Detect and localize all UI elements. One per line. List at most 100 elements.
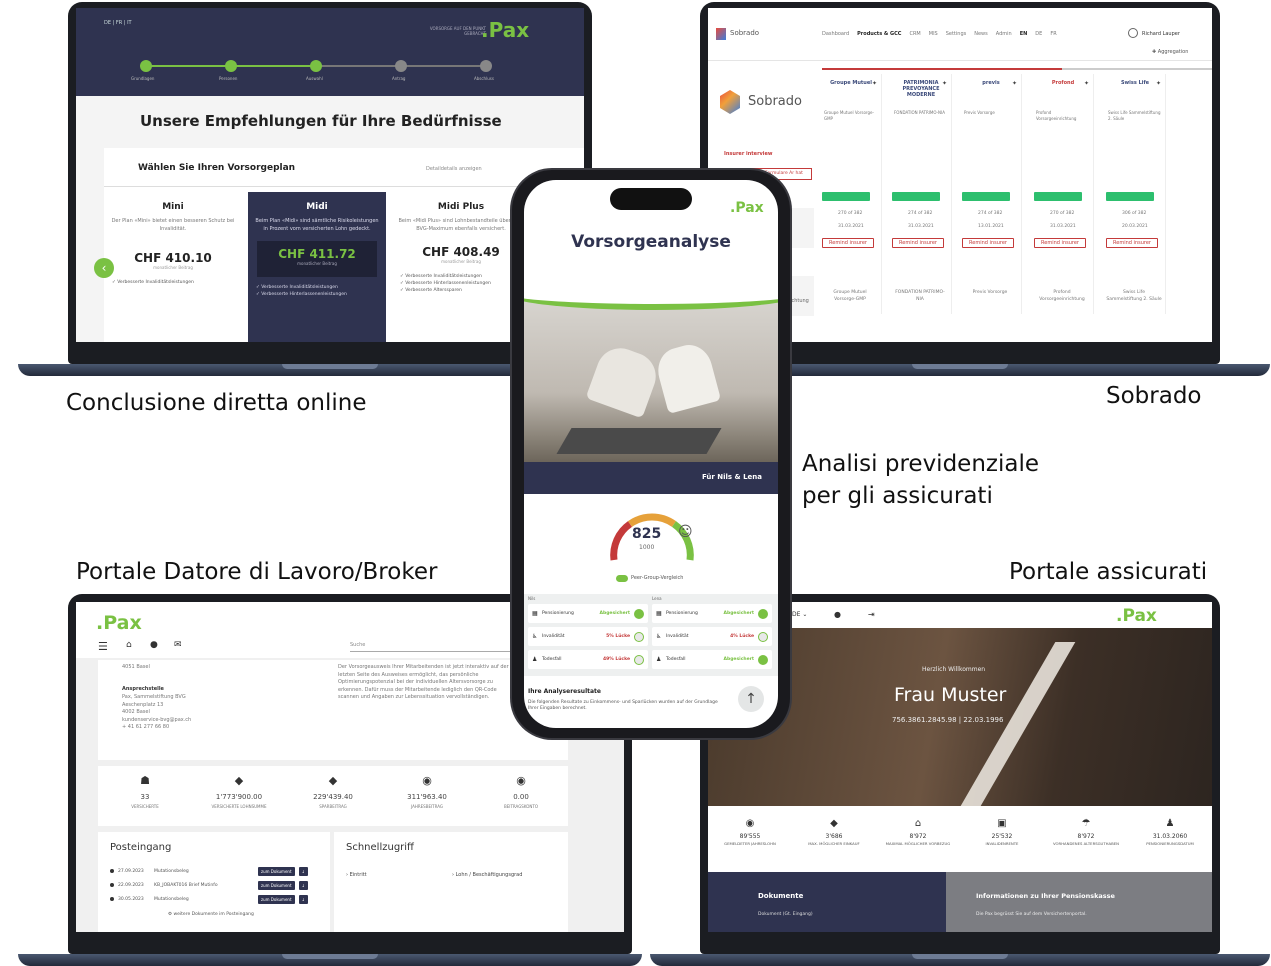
nav-news[interactable]: News <box>974 31 988 37</box>
nav-admin[interactable]: Admin <box>996 31 1012 37</box>
coverage-row[interactable]: ♿ Invalidität 5% Lücke <box>528 627 648 646</box>
plan-name: Mini <box>162 202 184 212</box>
stat-value: 311'963.40 <box>407 793 447 801</box>
nav-dashboard[interactable]: Dashboard <box>822 31 849 37</box>
plan-card-mini[interactable]: Mini Der Plan «Mini» bietet einen besser… <box>104 192 242 342</box>
section-title: Insurer interview <box>724 151 773 157</box>
bullet-icon <box>110 883 114 887</box>
coverage-label: Pensionierung <box>542 611 574 616</box>
plan-feature: ✓ Verbesserte Invaliditätsleistungen <box>256 285 338 290</box>
remind-insurer-button[interactable]: Remind insurer <box>962 238 1014 248</box>
pension-info-panel[interactable]: Informationen zu Ihrer Pensionskasse Die… <box>946 872 1212 932</box>
progress-bar <box>1034 192 1082 201</box>
aggregation-button[interactable]: ✚ Aggregation <box>1152 49 1188 55</box>
scroll-up-icon[interactable]: ↑ <box>738 686 764 712</box>
nav-settings[interactable]: Settings <box>946 31 967 37</box>
quick-link-entry[interactable]: › Eintritt <box>346 872 367 878</box>
user-icon[interactable]: ● <box>834 610 841 619</box>
step-2-dot[interactable] <box>225 60 237 72</box>
pin-icon[interactable]: ✦ <box>1012 80 1017 87</box>
remind-insurer-button[interactable]: Remind insurer <box>1034 238 1086 248</box>
for-banner: Für Nils & Lena <box>524 462 778 494</box>
download-icon[interactable]: ↓ <box>298 880 308 890</box>
user-group-icon: ☗ <box>140 774 150 787</box>
pin-icon[interactable]: ✦ <box>1084 80 1089 87</box>
coverage-row[interactable]: ♟ Todesfall 49% Lücke <box>528 650 648 669</box>
plan-card-midi-selected[interactable]: Midi Beim Plan «Midi» sind sämtliche Ris… <box>248 192 386 342</box>
coverage-row[interactable]: ♿ Invalidität 4% Lücke <box>652 627 772 646</box>
open-document-button[interactable]: zum Dokument <box>258 866 295 876</box>
dynamic-island <box>610 188 692 210</box>
coverage-status: 5% Lücke <box>606 634 630 639</box>
language-select[interactable]: DE ⌄ <box>792 611 807 618</box>
plan-feature: ✓ Verbesserte Invaliditätsleistungen <box>112 280 194 285</box>
insured-stat-value: 8'972 <box>909 833 927 840</box>
carousel-prev-button[interactable]: ‹ <box>94 258 114 278</box>
remind-insurer-button[interactable]: Remind insurer <box>822 238 874 248</box>
calendar-icon: ▦ <box>532 610 538 617</box>
home-icon[interactable]: ⌂ <box>126 640 132 650</box>
coverage-row[interactable]: ▦ Pensionierung Abgesichert <box>652 604 772 623</box>
nav-crm[interactable]: CRM <box>909 31 920 37</box>
nav-mis[interactable]: MIS <box>929 31 938 37</box>
quick-access-card: Schnellzugriff › Eintritt › Lohn / Besch… <box>334 832 568 932</box>
nav-lang-en[interactable]: EN <box>1020 31 1028 37</box>
plan-price-note: monatlicher Beitrag <box>297 261 337 266</box>
pin-icon[interactable]: ✦ <box>942 80 947 87</box>
user-avatar-icon[interactable] <box>1128 28 1138 38</box>
inbox-row[interactable]: 30.05.2023 Mutationsbeleg zum Dokument ↓ <box>110 892 322 906</box>
menu-icon[interactable]: ☰ <box>98 640 108 653</box>
app-title: Sobrado <box>730 29 760 37</box>
quick-link-salary[interactable]: › Lohn / Beschäftigungsgrad <box>452 872 522 878</box>
download-icon[interactable]: ↓ <box>298 866 308 876</box>
coverage-row[interactable]: ♟ Todesfall Abgesichert <box>652 650 772 669</box>
phone-screen: .Pax Vorsorgeanalyse Für Nils & Lena 825… <box>524 180 778 728</box>
pension-info-title: Informationen zu Ihrer Pensionskasse <box>976 892 1115 900</box>
compare-details-link[interactable]: Detaildetails anzeigen <box>426 166 482 172</box>
peer-group-toggle[interactable] <box>616 575 628 582</box>
answer-date: 31.03.2021 <box>838 224 864 229</box>
step-1-dot[interactable] <box>140 60 152 72</box>
coverage-row[interactable]: ▦ Pensionierung Abgesichert <box>528 604 648 623</box>
row-label-fragment: richtung <box>788 298 809 304</box>
step-3-dot[interactable] <box>310 60 322 72</box>
documents-panel[interactable]: Dokumente Dokument (Gt. Eingang) <box>708 872 946 932</box>
insurer-logo: previs <box>982 80 1000 86</box>
plan-price-note: monatlicher Beitrag <box>153 265 193 270</box>
plan-card-midi-plus[interactable]: Midi Plus Beim «Midi Plus» sind Lohnbest… <box>392 192 530 342</box>
foundation-name: Profond Vorsorgeeinrichtung <box>1039 290 1085 302</box>
search-input[interactable]: Suche <box>350 642 510 652</box>
shield-icon: ▣ <box>997 818 1007 829</box>
language-switch[interactable]: DE | FR | IT <box>104 20 132 26</box>
insurer-foundation: Previs Vorsorge <box>964 110 995 115</box>
nav-products[interactable]: Products & GCC <box>857 31 901 37</box>
open-document-button[interactable]: zum Dokument <box>258 894 295 904</box>
insured-stat-5: ♟ 31.03.2060 PENSIONIERUNGSDATUM <box>1132 818 1208 872</box>
plan-name: Midi <box>306 202 328 212</box>
open-document-button[interactable]: zum Dokument <box>258 880 295 890</box>
person-1-label: Nils <box>528 596 536 601</box>
nav-lang-de[interactable]: DE <box>1035 31 1042 37</box>
inbox-row[interactable]: 27.09.2023 Mutationsbeleg zum Dokument ↓ <box>110 864 322 878</box>
progress-bar <box>892 192 940 201</box>
coverage-status: 4% Lücke <box>730 634 754 639</box>
user-icon[interactable]: ● <box>150 640 158 650</box>
caption-insured-portal: Portale assicurati <box>1009 559 1208 585</box>
remind-insurer-button[interactable]: Remind insurer <box>1106 238 1158 248</box>
pin-icon[interactable]: ✦ <box>872 80 877 87</box>
nav-lang-fr[interactable]: FR <box>1050 31 1056 37</box>
tagline: VORSORGE AUF DEN PUNKT GEBRACHT <box>429 26 486 37</box>
peer-group-label: Peer-Group-Vergleich <box>631 575 684 581</box>
inbox-row[interactable]: 22.09.2023 KB_JOBAKT016 Brief Mutinfo zum … <box>110 878 322 892</box>
inbox-more-link[interactable]: ⚙ weitere Dokumente im Posteingang <box>168 912 254 917</box>
pin-icon[interactable]: ✦ <box>1156 80 1161 87</box>
insured-stat-label: MAXIMAL MÖGLICHER VORBEZUG <box>885 841 951 846</box>
mail-icon[interactable]: ✉ <box>174 640 182 650</box>
wheelchair-icon: ♿ <box>656 633 662 640</box>
umbrella-icon: ☂ <box>1081 818 1091 829</box>
cash-icon: ◉ <box>516 774 526 787</box>
remind-insurer-button[interactable]: Remind insurer <box>892 238 944 248</box>
user-name[interactable]: Richard Lauper <box>1142 31 1180 37</box>
logout-icon[interactable]: ⇥ <box>868 610 875 619</box>
download-icon[interactable]: ↓ <box>298 894 308 904</box>
